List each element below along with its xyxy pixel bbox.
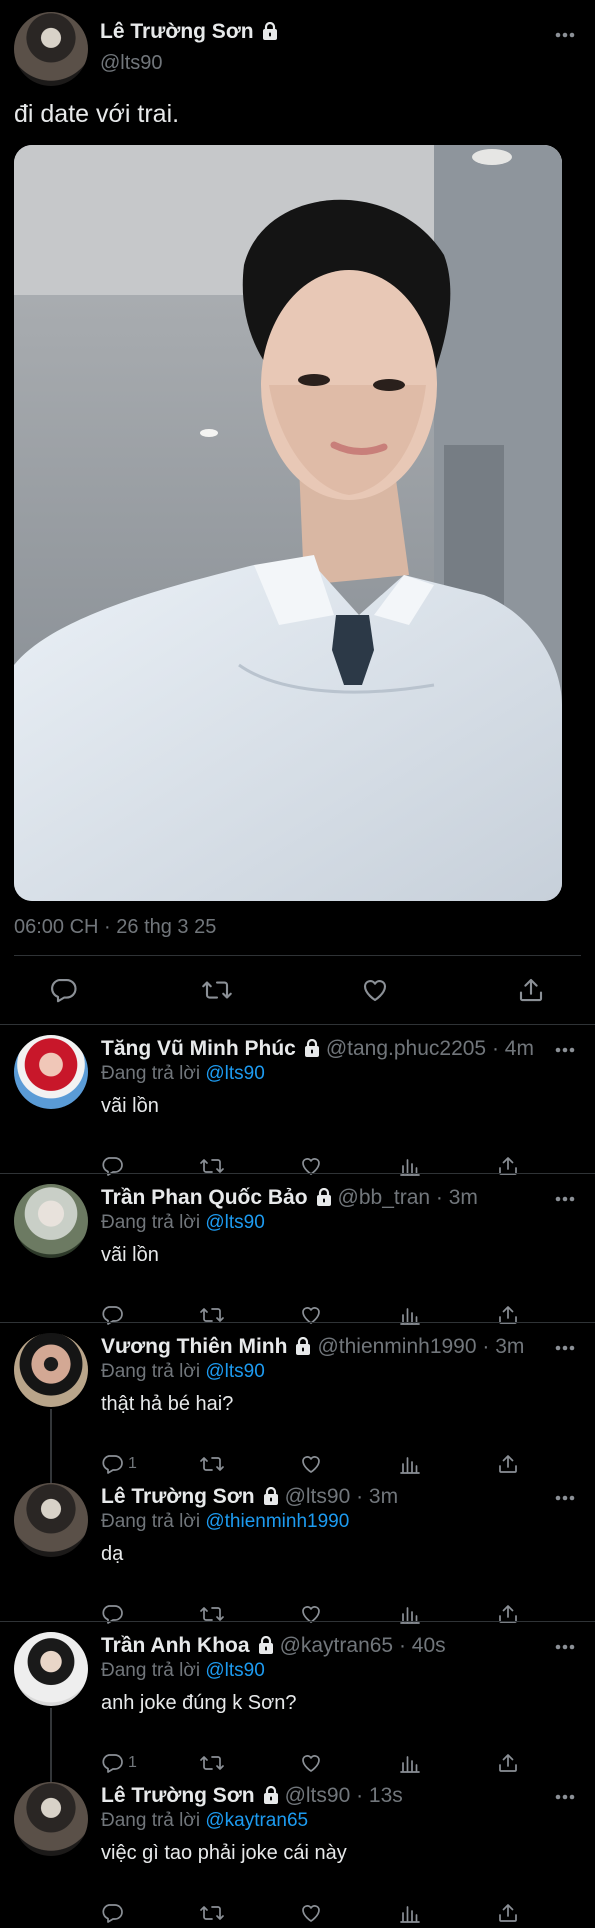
reply-text: thật hả bé hai? <box>101 1393 234 1415</box>
like-icon[interactable] <box>360 975 392 1007</box>
reply-item[interactable]: Lê Trường Sơn @lts90 · 3m Đang trả lời @t… <box>0 1473 595 1624</box>
replying-prefix: Đang trả lời <box>101 1063 206 1084</box>
share-icon[interactable] <box>516 975 548 1007</box>
reply-text: vãi lồn <box>101 1244 159 1266</box>
reply-avatar[interactable] <box>14 1483 88 1557</box>
reply-header: Lê Trường Sơn @lts90 · 13s <box>101 1784 403 1808</box>
reply-item[interactable]: Lê Trường Sơn @lts90 · 13s Đang trả lời @… <box>0 1772 595 1923</box>
lock-icon <box>316 1187 332 1206</box>
thread-connector <box>50 1473 52 1483</box>
lock-icon <box>263 1486 279 1505</box>
reply-avatar[interactable] <box>14 1782 88 1856</box>
mention-link[interactable]: @lts90 <box>205 1212 264 1233</box>
reply-meta[interactable]: @lts90 · 13s <box>285 1784 403 1807</box>
reply-author-name[interactable]: Tăng Vũ Minh Phúc <box>101 1037 296 1060</box>
reply-meta[interactable]: @lts90 · 3m <box>285 1485 399 1508</box>
reply-item[interactable]: Trần Anh Khoa @kaytran65 · 40s Đang trả l… <box>0 1622 595 1773</box>
reply-avatar[interactable] <box>14 1035 88 1109</box>
reply-header: Vương Thiên Minh @thienminh1990 · 3m <box>101 1335 524 1359</box>
lock-icon <box>263 1785 279 1804</box>
reply-avatar[interactable] <box>14 1184 88 1258</box>
reply-meta[interactable]: @tang.phuc2205 · 4m <box>326 1037 534 1060</box>
tweet-text: đi date với trai. <box>14 100 180 128</box>
reply-item[interactable]: Trần Phan Quốc Bảo @bb_tran · 3m Đang trả… <box>0 1174 595 1325</box>
reply-count: 1 <box>128 1455 137 1472</box>
author-name[interactable]: Lê Trường Sơn <box>100 20 278 44</box>
reply-count: 1 <box>128 1754 137 1771</box>
reply-author-name[interactable]: Trần Anh Khoa <box>101 1634 250 1657</box>
like-icon[interactable] <box>299 1900 323 1926</box>
replying-prefix: Đang trả lời <box>101 1810 206 1831</box>
reply-icon[interactable] <box>48 975 80 1007</box>
lock-icon <box>258 1635 274 1654</box>
author-handle[interactable]: @lts90 <box>100 52 163 75</box>
reply-meta[interactable]: @bb_tran · 3m <box>338 1186 478 1209</box>
replying-to: Đang trả lời @lts90 <box>101 1361 265 1383</box>
author-avatar[interactable] <box>14 12 88 86</box>
reply-header: Lê Trường Sơn @lts90 · 3m <box>101 1485 398 1509</box>
reply-item[interactable]: Vương Thiên Minh @thienminh1990 · 3m Đang… <box>0 1323 595 1474</box>
reply-avatar[interactable] <box>14 1632 88 1706</box>
reply-text: việc gì tao phải joke cái này <box>101 1842 347 1864</box>
replying-prefix: Đang trả lời <box>101 1212 206 1233</box>
reply-author-name[interactable]: Lê Trường Sơn <box>101 1784 255 1807</box>
lock-icon <box>304 1038 320 1057</box>
replying-to: Đang trả lời @lts90 <box>101 1660 265 1682</box>
mention-link[interactable]: @lts90 <box>205 1063 264 1084</box>
replying-prefix: Đang trả lời <box>101 1660 206 1681</box>
reply-avatar[interactable] <box>14 1333 88 1407</box>
reply-author-name[interactable]: Vương Thiên Minh <box>101 1335 287 1358</box>
more-icon[interactable] <box>555 1047 579 1055</box>
author-name-text[interactable]: Lê Trường Sơn <box>100 20 254 43</box>
mention-link[interactable]: @lts90 <box>205 1361 264 1382</box>
more-icon[interactable] <box>555 1644 579 1652</box>
reply-text: dạ <box>101 1543 124 1565</box>
reply-author-name[interactable]: Lê Trường Sơn <box>101 1485 255 1508</box>
share-icon[interactable] <box>496 1900 520 1926</box>
more-icon[interactable] <box>555 32 579 40</box>
reply-icon[interactable] <box>100 1900 128 1926</box>
mention-link[interactable]: @thienminh1990 <box>205 1511 349 1532</box>
more-icon[interactable] <box>555 1794 579 1802</box>
lock-icon <box>262 21 278 40</box>
lock-icon <box>295 1336 311 1355</box>
reply-item[interactable]: Tăng Vũ Minh Phúc @tang.phuc2205 · 4m Đan… <box>0 1025 595 1176</box>
tweet-photo[interactable] <box>14 145 562 901</box>
reply-author-name[interactable]: Trần Phan Quốc Bảo <box>101 1186 308 1209</box>
reply-text: vãi lồn <box>101 1095 159 1117</box>
replying-to: Đang trả lời @lts90 <box>101 1063 265 1085</box>
replying-to: Đang trả lời @kaytran65 <box>101 1810 308 1832</box>
mention-link[interactable]: @kaytran65 <box>205 1810 308 1831</box>
replying-to: Đang trả lời @thienminh1990 <box>101 1511 349 1533</box>
reply-meta[interactable]: @thienminh1990 · 3m <box>317 1335 524 1358</box>
reply-header: Tăng Vũ Minh Phúc @tang.phuc2205 · 4m <box>101 1037 534 1061</box>
reply-meta[interactable]: @kaytran65 · 40s <box>280 1634 446 1657</box>
retweet-icon[interactable] <box>200 975 232 1007</box>
reply-header: Trần Phan Quốc Bảo @bb_tran · 3m <box>101 1186 478 1210</box>
more-icon[interactable] <box>555 1196 579 1204</box>
replying-to: Đang trả lời @lts90 <box>101 1212 265 1234</box>
reply-actions <box>0 1900 595 1928</box>
analytics-icon[interactable] <box>398 1900 422 1926</box>
reply-text: anh joke đúng k Sơn? <box>101 1692 297 1714</box>
more-icon[interactable] <box>555 1495 579 1503</box>
divider <box>14 955 581 956</box>
retweet-icon[interactable] <box>198 1900 226 1926</box>
thread-connector <box>50 1772 52 1782</box>
tweet-timestamp[interactable]: 06:00 CH · 26 thg 3 25 <box>14 916 216 939</box>
replying-prefix: Đang trả lời <box>101 1361 206 1382</box>
reply-header: Trần Anh Khoa @kaytran65 · 40s <box>101 1634 446 1658</box>
more-icon[interactable] <box>555 1345 579 1353</box>
replying-prefix: Đang trả lời <box>101 1511 206 1532</box>
mention-link[interactable]: @lts90 <box>205 1660 264 1681</box>
